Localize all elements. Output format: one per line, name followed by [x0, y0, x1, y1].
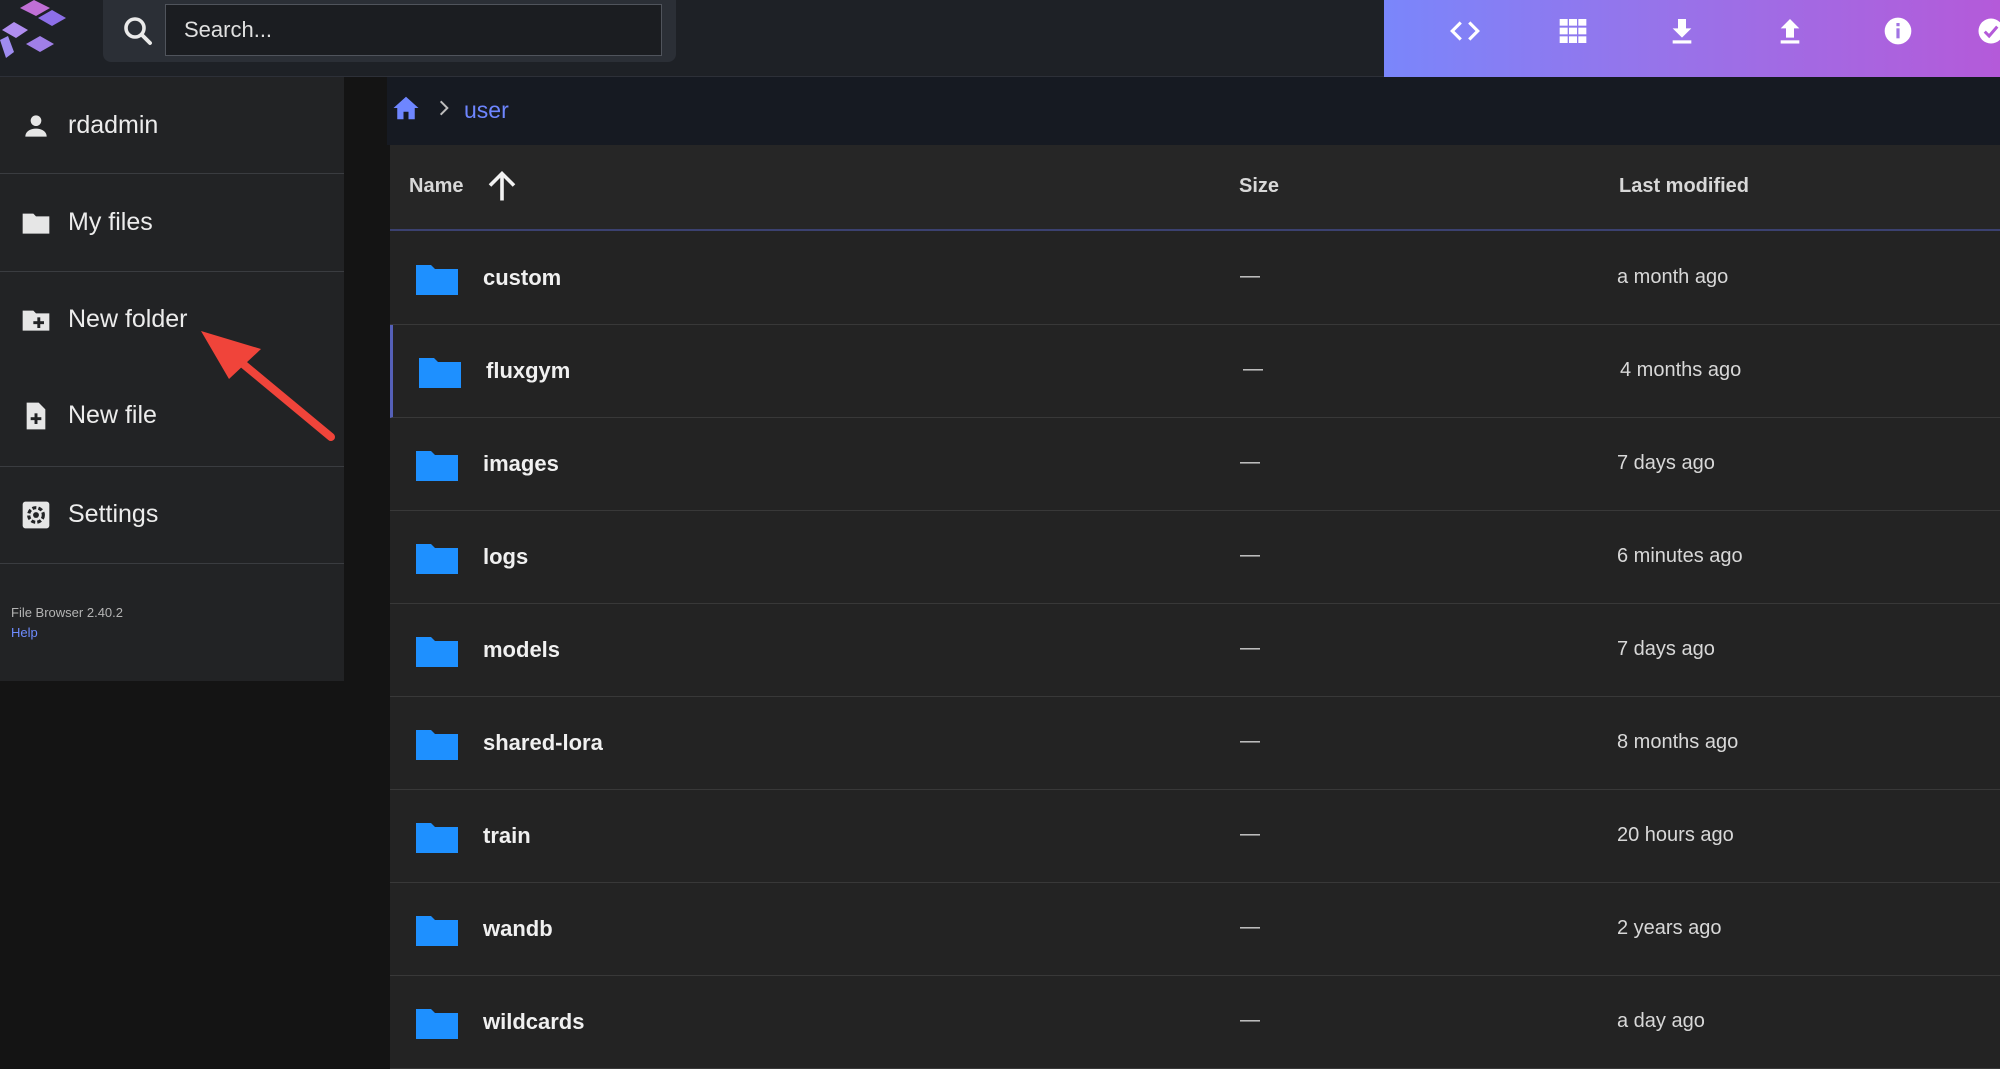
- file-name: custom: [483, 265, 561, 291]
- grid-view-icon: [1557, 15, 1589, 47]
- folder-icon: [416, 1007, 458, 1039]
- search-icon[interactable]: [120, 13, 156, 49]
- column-header-last-modified[interactable]: Last modified: [1619, 175, 1749, 198]
- table-row[interactable]: models — 7 days ago: [390, 604, 2000, 697]
- file-list: Name Size Last modified custom — a month…: [390, 145, 2000, 1068]
- file-size: —: [1243, 358, 1263, 381]
- file-name: wandb: [483, 916, 553, 942]
- file-size: —: [1240, 916, 1260, 939]
- file-size: —: [1240, 451, 1260, 474]
- sidebar-item-label: New file: [68, 401, 157, 430]
- sidebar-item-label: New folder: [68, 305, 188, 334]
- version-text: File Browser 2.40.2: [11, 605, 123, 620]
- folder-icon: [416, 914, 458, 946]
- sidebar-item-new-file[interactable]: New file: [0, 367, 344, 464]
- person-icon: [20, 110, 52, 142]
- folder-icon: [416, 263, 458, 295]
- sidebar-item-user[interactable]: rdadmin: [0, 77, 344, 174]
- file-modified: a month ago: [1617, 266, 1728, 289]
- upload-icon: [1774, 15, 1806, 47]
- file-modified: 4 months ago: [1620, 359, 1741, 382]
- folder-icon: [419, 356, 461, 388]
- search-input[interactable]: [165, 4, 662, 56]
- sidebar: rdadmin My files New folder New file Set…: [0, 77, 344, 681]
- file-size: —: [1240, 730, 1260, 753]
- folder-icon: [20, 207, 52, 239]
- file-size: —: [1240, 823, 1260, 846]
- code-icon: [1448, 14, 1482, 48]
- sidebar-divider: [0, 563, 344, 564]
- folder-icon: [416, 728, 458, 760]
- folder-icon: [416, 542, 458, 574]
- folder-icon: [416, 449, 458, 481]
- file-modified: 2 years ago: [1617, 917, 1722, 940]
- file-modified: 20 hours ago: [1617, 824, 1734, 847]
- file-size: —: [1240, 1009, 1260, 1032]
- file-modified: 8 months ago: [1617, 731, 1738, 754]
- toolbar-download-button[interactable]: [1652, 8, 1712, 54]
- table-row[interactable]: wandb — 2 years ago: [390, 883, 2000, 976]
- sidebar-item-label: Settings: [68, 500, 158, 529]
- table-row[interactable]: custom — a month ago: [390, 232, 2000, 325]
- file-name: train: [483, 823, 531, 849]
- column-header-name[interactable]: Name: [409, 175, 463, 198]
- table-row[interactable]: train — 20 hours ago: [390, 790, 2000, 883]
- toolbar: [1384, 0, 2000, 77]
- folder-icon: [416, 821, 458, 853]
- file-name: wildcards: [483, 1009, 584, 1035]
- info-icon: [1882, 15, 1914, 47]
- sidebar-item-my-files[interactable]: My files: [0, 174, 344, 271]
- arrow-up-icon[interactable]: [484, 169, 520, 205]
- toolbar-select-button[interactable]: [1976, 8, 2000, 54]
- toolbar-code-button[interactable]: [1435, 8, 1495, 54]
- check-circle-icon: [1976, 15, 2000, 47]
- table-row[interactable]: wildcards — a day ago: [390, 976, 2000, 1069]
- sidebar-item-label: My files: [68, 208, 153, 237]
- file-modified: 7 days ago: [1617, 452, 1715, 475]
- file-size: —: [1240, 544, 1260, 567]
- file-modified: a day ago: [1617, 1010, 1705, 1033]
- table-row[interactable]: images — 7 days ago: [390, 418, 2000, 511]
- file-name: models: [483, 637, 560, 663]
- help-link[interactable]: Help: [11, 625, 38, 640]
- header: [0, 0, 2000, 77]
- file-modified: 6 minutes ago: [1617, 545, 1743, 568]
- new-folder-icon: [20, 304, 52, 336]
- home-icon[interactable]: [391, 93, 421, 123]
- file-name: fluxgym: [486, 358, 570, 384]
- table-row[interactable]: shared-lora — 8 months ago: [390, 697, 2000, 790]
- file-name: images: [483, 451, 559, 477]
- toolbar-upload-button[interactable]: [1760, 8, 1820, 54]
- settings-icon: [20, 499, 52, 531]
- sidebar-item-new-folder[interactable]: New folder: [0, 271, 344, 368]
- file-name: shared-lora: [483, 730, 603, 756]
- table-header: Name Size Last modified: [390, 145, 2000, 231]
- breadcrumb: user: [387, 77, 2000, 145]
- sidebar-item-settings[interactable]: Settings: [0, 466, 344, 563]
- search-box: [103, 0, 676, 62]
- file-size: —: [1240, 637, 1260, 660]
- sidebar-item-label: rdadmin: [68, 111, 158, 140]
- column-header-size[interactable]: Size: [1239, 175, 1279, 198]
- file-name: logs: [483, 544, 528, 570]
- table-row[interactable]: logs — 6 minutes ago: [390, 511, 2000, 604]
- file-size: —: [1240, 265, 1260, 288]
- toolbar-info-button[interactable]: [1868, 8, 1928, 54]
- file-modified: 7 days ago: [1617, 638, 1715, 661]
- table-row[interactable]: fluxgym — 4 months ago: [390, 325, 2000, 418]
- toolbar-grid-view-button[interactable]: [1543, 8, 1603, 54]
- folder-icon: [416, 635, 458, 667]
- download-icon: [1666, 15, 1698, 47]
- chevron-right-icon: [434, 98, 454, 118]
- new-file-icon: [20, 400, 52, 432]
- app-logo-icon[interactable]: [0, 0, 82, 62]
- breadcrumb-item-user[interactable]: user: [464, 97, 509, 124]
